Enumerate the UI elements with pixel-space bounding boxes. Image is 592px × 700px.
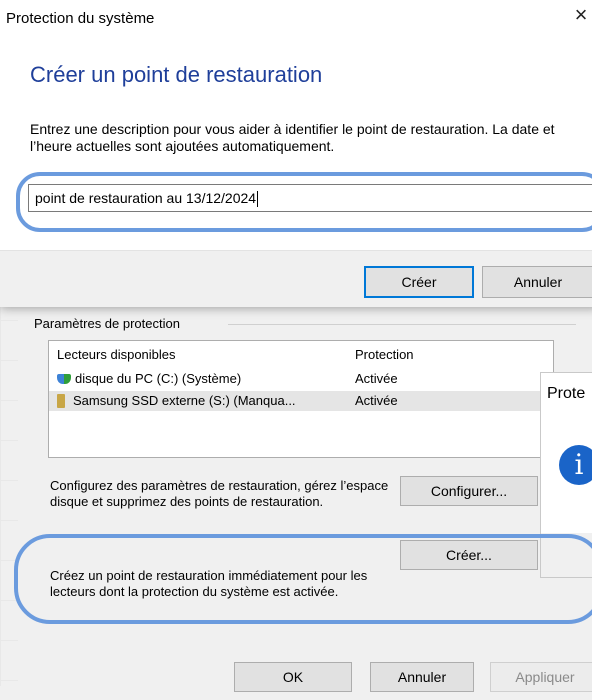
group-divider — [228, 324, 576, 325]
apply-button[interactable]: Appliquer — [490, 662, 592, 692]
protection-settings-label: Paramètres de protection — [34, 316, 186, 331]
configure-description: Configurez des paramètres de restauratio… — [50, 478, 389, 509]
configure-button[interactable]: Configurer... — [400, 476, 538, 506]
create-section-highlight — [14, 534, 592, 624]
ok-button[interactable]: OK — [234, 662, 352, 692]
dialog-cancel-button[interactable]: Annuler — [482, 266, 592, 298]
column-header-drives[interactable]: Lecteurs disponibles — [57, 345, 176, 365]
system-drive-icon — [57, 373, 71, 384]
input-highlight — [16, 172, 592, 232]
column-header-protection[interactable]: Protection — [355, 345, 414, 365]
cancel-button[interactable]: Annuler — [370, 662, 474, 692]
info-icon: i — [559, 445, 592, 485]
drive-name: Samsung SSD externe (S:) (Manqua... — [73, 393, 296, 408]
drive-status: Activée — [355, 371, 398, 386]
create-button[interactable]: Créer — [364, 266, 474, 298]
drive-name: disque du PC (C:) (Système) — [75, 371, 242, 386]
drive-row-external[interactable]: Samsung SSD externe (S:) (Manqua... Acti… — [49, 391, 553, 411]
dialog-instruction: Entrez une description pour vous aider à… — [30, 121, 555, 154]
drive-status: Activée — [355, 393, 398, 408]
usb-drive-icon — [57, 393, 65, 408]
create-restore-point-dialog: Protection du système × Créer un point d… — [0, 0, 592, 307]
dialog-heading: Créer un point de restauration — [30, 62, 323, 87]
info-dialog-title: Prote — [547, 385, 586, 402]
system-properties-window: Paramètres de protection Lecteurs dispon… — [18, 300, 592, 700]
drive-list[interactable]: Lecteurs disponibles Protection disque d… — [48, 340, 554, 458]
dialog-title: Protection du système — [6, 10, 155, 27]
close-icon[interactable]: × — [570, 4, 592, 26]
